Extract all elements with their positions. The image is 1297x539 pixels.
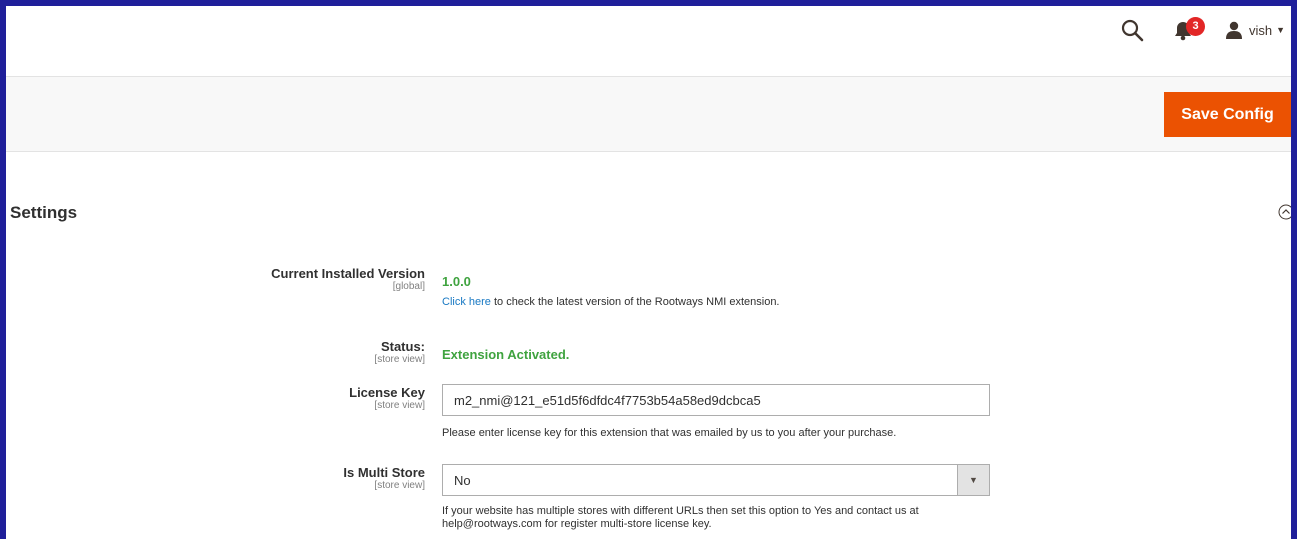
page-frame: 3 vish ▼ Save Config Settings Current In… — [0, 0, 1297, 539]
multi-store-label: Is Multi Store — [343, 465, 425, 480]
page-actions-bar: Save Config — [6, 77, 1291, 152]
license-key-note: Please enter license key for this extens… — [442, 427, 897, 439]
user-name: vish — [1249, 22, 1273, 38]
multi-store-selected: No — [454, 473, 471, 488]
version-check-text: to check the latest version of the Rootw… — [490, 296, 780, 308]
save-config-button[interactable]: Save Config — [1164, 92, 1291, 137]
user-menu[interactable]: vish ▼ — [1226, 19, 1285, 41]
multi-store-note-line1: If your website has multiple stores with… — [442, 505, 919, 517]
section-title[interactable]: Settings — [10, 203, 77, 223]
version-scope: [global] — [392, 281, 425, 292]
version-label-group: Current Installed Version [global] — [271, 266, 425, 292]
status-label-group: Status: [store view] — [374, 339, 425, 365]
license-key-scope: [store view] — [374, 400, 425, 411]
dropdown-arrow-icon[interactable]: ▼ — [957, 465, 989, 495]
collapse-section-icon[interactable] — [1278, 204, 1294, 220]
license-label-group: License Key [store view] — [349, 385, 425, 411]
multi-store-note-line2: help@rootways.com for register multi-sto… — [442, 518, 712, 530]
license-key-input[interactable] — [442, 384, 990, 416]
multi-store-scope: [store view] — [374, 480, 425, 491]
caret-down-icon: ▼ — [1276, 25, 1286, 35]
check-version-link[interactable]: Click here — [442, 296, 491, 308]
multi-store-select[interactable]: No ▼ — [442, 464, 990, 496]
license-key-label: License Key — [349, 385, 425, 400]
status-scope: [store view] — [374, 354, 425, 365]
status-label: Status: — [380, 339, 425, 354]
search-icon[interactable] — [1120, 18, 1144, 42]
multistore-label-group: Is Multi Store [store view] — [343, 465, 425, 491]
status-value: Extension Activated. — [442, 347, 570, 362]
user-icon — [1226, 21, 1242, 39]
installed-version-value: 1.0.0 — [442, 274, 471, 289]
notifications-badge[interactable]: 3 — [1186, 17, 1205, 36]
version-label: Current Installed Version — [271, 266, 425, 281]
multi-store-note: If your website has multiple stores with… — [442, 505, 919, 531]
version-check-note: Click here to check the latest version o… — [442, 296, 780, 309]
admin-header: 3 vish ▼ — [6, 6, 1291, 77]
